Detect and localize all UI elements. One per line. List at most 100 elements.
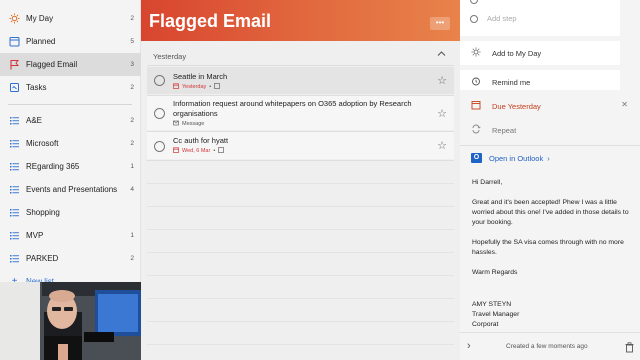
divider	[147, 160, 454, 161]
sidebar-item-label: My Day	[26, 14, 54, 23]
add-to-my-day-label: Add to My Day	[492, 48, 542, 58]
task-detail-panel: Add step Add to My Day Remind me Due Yes…	[460, 0, 640, 360]
email-note[interactable]: Hi Darrell, Great and it's been accepted…	[472, 178, 632, 330]
divider	[460, 145, 640, 146]
sidebar-item-shopping[interactable]: Shopping	[0, 201, 141, 224]
sidebar-item-planned[interactable]: Planned 5	[0, 30, 141, 53]
repeat-label: Repeat	[492, 125, 517, 135]
list-title: Flagged Email	[149, 11, 272, 31]
remind-me-button[interactable]: Remind me	[460, 70, 620, 90]
separator-dot: •	[209, 84, 212, 90]
signature-title: Travel Manager	[472, 311, 520, 318]
sun-icon	[471, 47, 483, 59]
sidebar-item-label: Tasks	[26, 83, 47, 92]
flag-icon	[9, 59, 20, 70]
hide-detail-chevron-icon[interactable]: ›	[467, 340, 471, 352]
remove-due-date-icon[interactable]: ✕	[621, 100, 628, 109]
empty-row-line	[147, 275, 454, 276]
empty-row-line	[147, 321, 454, 322]
sidebar-item-flagged-email[interactable]: Flagged Email 3	[0, 53, 141, 76]
complete-checkbox[interactable]	[154, 75, 165, 86]
sidebar-item-label: PARKED	[26, 254, 59, 263]
mail-icon	[173, 120, 179, 128]
list-icon	[9, 138, 20, 149]
steps-card: Add step	[460, 0, 620, 36]
sidebar-item-count: 1	[130, 163, 134, 170]
more-options-button[interactable]: •••	[430, 17, 450, 30]
chevron-right-icon: ›	[547, 153, 550, 163]
repeat-button[interactable]: Repeat	[460, 119, 640, 141]
sidebar-item-count: 3	[130, 61, 134, 68]
outlook-icon: O	[471, 153, 482, 163]
add-step-input[interactable]: Add step	[487, 14, 517, 23]
sidebar-item-label: REgarding 365	[26, 162, 80, 171]
task-row[interactable]: Cc auth for hyatt Wed, 6 Mar • ☆	[147, 132, 454, 159]
list-icon	[9, 115, 20, 126]
home-icon	[9, 82, 20, 93]
sidebar-item-mvp[interactable]: MVP 1	[0, 224, 141, 247]
chevron-up-icon[interactable]	[437, 49, 446, 59]
section-label: Yesterday	[153, 52, 187, 61]
complete-checkbox[interactable]	[154, 141, 165, 152]
calendar-icon	[173, 83, 179, 91]
star-icon[interactable]: ☆	[437, 139, 447, 152]
task-row[interactable]: Information request around whitepapers o…	[147, 96, 454, 130]
sidebar-item-count: 2	[130, 15, 134, 22]
remind-me-label: Remind me	[492, 77, 531, 87]
webcam-overlay	[0, 282, 141, 360]
sidebar-item-count: 2	[130, 117, 134, 124]
task-meta: Yesterday •	[173, 83, 221, 91]
empty-row-line	[147, 344, 454, 345]
empty-row-line	[147, 229, 454, 230]
sidebar-item-label: MVP	[26, 231, 44, 240]
sidebar-item-events[interactable]: Events and Presentations 4	[0, 178, 141, 201]
sidebar-item-label: Microsoft	[26, 139, 59, 148]
presenter-video-image	[0, 282, 141, 360]
list-icon	[9, 253, 20, 264]
sidebar-item-count: 2	[130, 140, 134, 147]
add-step-circle[interactable]	[470, 15, 478, 23]
open-in-outlook-label: Open in Outlook	[489, 153, 544, 163]
add-to-my-day-button[interactable]: Add to My Day	[460, 41, 620, 65]
sidebar-item-my-day[interactable]: My Day 2	[0, 7, 141, 30]
divider	[147, 65, 454, 66]
star-icon[interactable]: ☆	[437, 107, 447, 120]
sidebar-item-label: Flagged Email	[26, 60, 78, 69]
complete-checkbox[interactable]	[154, 108, 165, 119]
separator-dot: •	[213, 148, 216, 154]
empty-row-line	[147, 252, 454, 253]
sidebar-item-label: Shopping	[26, 208, 60, 217]
trash-icon[interactable]	[625, 340, 634, 353]
task-list-panel: Flagged Email ••• Yesterday Seattle in M…	[141, 0, 460, 360]
list-icon	[9, 207, 20, 218]
due-date-button[interactable]: Due Yesterday	[460, 95, 640, 117]
calendar-icon	[471, 100, 483, 112]
sidebar-item-tasks[interactable]: Tasks 2	[0, 76, 141, 99]
sidebar-item-label: Planned	[26, 37, 56, 46]
note-icon	[218, 147, 225, 155]
star-icon[interactable]: ☆	[437, 74, 447, 87]
task-title: Information request around whitepapers o…	[173, 99, 412, 118]
list-icon	[9, 161, 20, 172]
calendar-icon	[9, 36, 20, 47]
step-circle-partial	[470, 0, 478, 4]
reminder-card[interactable]: Remind me	[460, 70, 620, 90]
sidebar-item-parked[interactable]: PARKED 2	[0, 247, 141, 270]
note-closing: Warm Regards	[472, 269, 518, 276]
sidebar-item-ae[interactable]: A&E 2	[0, 109, 141, 132]
open-in-outlook-link[interactable]: O Open in Outlook ›	[471, 153, 550, 163]
add-to-my-day-card[interactable]: Add to My Day	[460, 41, 620, 65]
sidebar-item-microsoft[interactable]: Microsoft 2	[0, 132, 141, 155]
list-icon	[9, 230, 20, 241]
note-paragraph: Great and it's been accepted! Phew I was…	[472, 199, 629, 226]
due-date-label: Due Yesterday	[492, 101, 541, 111]
sidebar-item-count: 4	[130, 186, 134, 193]
task-meta: Message	[173, 120, 204, 128]
sidebar-item-count: 2	[130, 255, 134, 262]
sidebar-item-regarding-365[interactable]: REgarding 365 1	[0, 155, 141, 178]
task-row[interactable]: Seattle in March Yesterday • ☆	[147, 67, 454, 94]
detail-footer: › Created a few moments ago	[460, 332, 640, 360]
calendar-icon	[173, 147, 179, 155]
sun-icon	[9, 13, 20, 24]
empty-row-line	[147, 183, 454, 184]
